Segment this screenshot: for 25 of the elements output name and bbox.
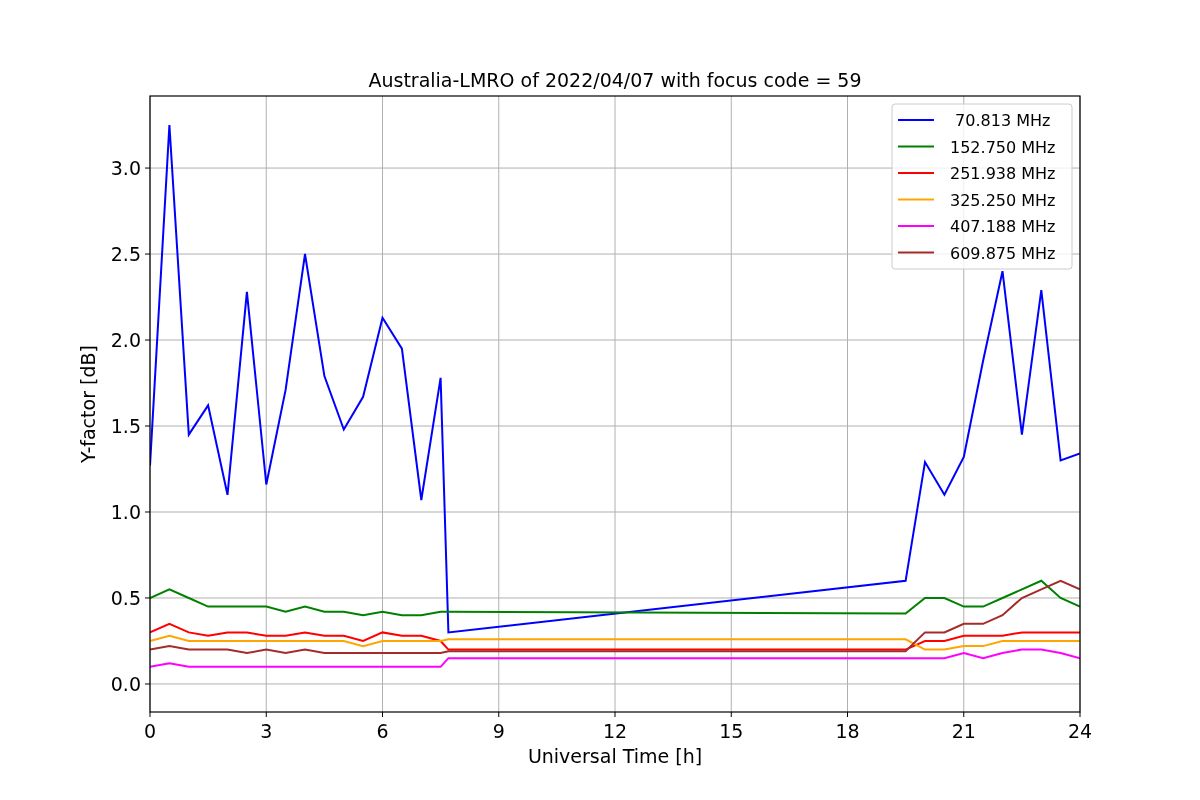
legend-label: 609.875 MHz xyxy=(950,243,1056,263)
x-tick-label: 9 xyxy=(492,720,505,742)
legend-label: 407.188 MHz xyxy=(950,217,1056,236)
x-tick-label: 24 xyxy=(1067,720,1093,742)
legend-label: 152.750 MHz xyxy=(950,137,1056,157)
x-tick-label: 12 xyxy=(602,720,628,742)
x-tick-label: 0 xyxy=(143,720,157,742)
y-tick-label: 0.5 xyxy=(110,587,141,609)
x-tick-label: 15 xyxy=(719,720,744,742)
legend-label: 325.250 MHz xyxy=(950,190,1056,210)
y-tick-label: 2.5 xyxy=(110,243,141,266)
y-tick-label: 3.0 xyxy=(110,157,141,180)
x-tick-label: 18 xyxy=(835,720,860,742)
x-tick-label: 21 xyxy=(951,720,976,742)
x-tick-label: 6 xyxy=(376,720,389,742)
y-axis-label: Y-factor [dB] xyxy=(77,345,99,463)
x-axis-label: Universal Time [h] xyxy=(527,745,703,767)
legend-label: 251.938 MHz xyxy=(950,164,1056,183)
y-tick-label: 0.0 xyxy=(110,672,141,695)
y-tick-label: 1.5 xyxy=(110,415,141,437)
x-tick-label: 3 xyxy=(260,720,273,742)
y-tick-label: 1.0 xyxy=(110,501,141,523)
y-tick-label: 2.0 xyxy=(110,329,141,352)
chart-title: Australia-LMRO of 2022/04/07 with focus code = 59 xyxy=(368,69,862,91)
legend-label: 70.813 MHz xyxy=(955,111,1051,130)
